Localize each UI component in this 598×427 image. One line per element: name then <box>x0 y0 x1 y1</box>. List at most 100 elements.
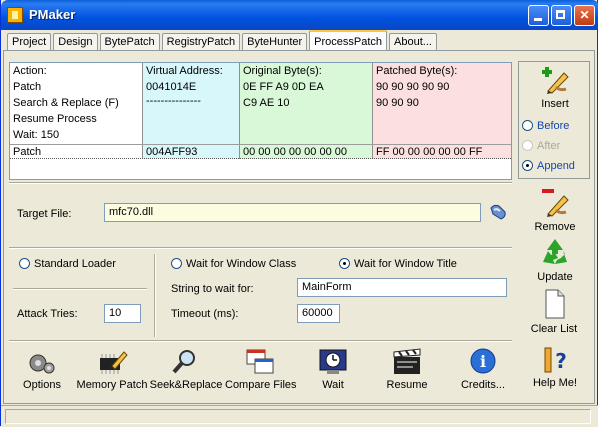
resume-button[interactable]: Resume <box>385 348 429 391</box>
wait-button[interactable]: Wait <box>313 348 353 391</box>
info-icon: i <box>470 348 496 374</box>
radio-circle <box>522 140 533 151</box>
tab-registrypatch[interactable]: RegistryPatch <box>161 33 241 51</box>
close-button[interactable]: ✕ <box>574 5 595 26</box>
string-label: String to wait for: <box>171 283 254 295</box>
radio-circle <box>522 120 533 131</box>
timeout-label: Timeout (ms): <box>171 308 239 320</box>
window-title: PMaker <box>29 7 76 22</box>
action-header: Action: <box>13 65 47 77</box>
main-window: PMaker ✕ Project Design BytePatch Regist… <box>0 0 598 427</box>
help-button[interactable]: ? Help Me! <box>529 346 581 389</box>
tab-project[interactable]: Project <box>7 33 52 51</box>
original-header: Original Byte(s): <box>243 65 322 77</box>
attack-tries-label: Attack Tries: <box>17 308 78 320</box>
standard-loader-radio[interactable]: Standard Loader <box>19 258 116 270</box>
clock-monitor-icon <box>319 349 347 374</box>
resume-label: Resume <box>386 379 428 391</box>
radio-append[interactable]: Append <box>522 160 575 172</box>
svg-text:i: i <box>480 352 486 371</box>
recycle-icon <box>543 239 567 264</box>
compare-files-button[interactable]: Compare Files <box>225 348 297 391</box>
string-input[interactable]: MainForm <box>297 278 507 297</box>
radio-before[interactable]: Before <box>522 120 569 132</box>
list-item[interactable]: Patch <box>13 81 41 93</box>
clear-list-label: Clear List <box>530 323 578 335</box>
divider <box>9 340 512 342</box>
row-action: Patch <box>13 146 42 158</box>
seek-replace-label: Seek&Replace <box>149 379 223 391</box>
credits-button[interactable]: i Credits... <box>459 348 507 391</box>
chip-icon <box>100 351 128 374</box>
credits-label: Credits... <box>460 379 505 391</box>
original-cell: C9 AE 10 <box>243 97 290 109</box>
radio-label: Wait for Window Class <box>186 258 297 270</box>
table-row[interactable]: Patch 004AFF93 00 00 00 00 00 00 00 FF 0… <box>10 144 511 159</box>
divider <box>13 288 147 290</box>
options-label: Options <box>23 379 61 391</box>
memory-patch-button[interactable]: Memory Patch <box>76 348 148 391</box>
radio-circle <box>171 258 182 269</box>
row-patched: FF 00 00 00 00 00 FF <box>376 146 483 158</box>
update-label: Update <box>537 271 573 283</box>
radio-circle <box>522 160 533 171</box>
address-cell: 0041014E <box>146 81 197 93</box>
insert-button[interactable]: Insert <box>531 63 579 110</box>
wait-window-class-radio[interactable]: Wait for Window Class <box>171 258 296 270</box>
clapperboard-icon <box>393 348 421 374</box>
insert-icon <box>542 67 569 94</box>
seek-replace-button[interactable]: Seek&Replace <box>149 348 223 391</box>
status-pane <box>5 409 591 424</box>
insert-label: Insert <box>541 98 569 110</box>
divider <box>154 254 156 337</box>
update-button[interactable]: Update <box>529 236 581 283</box>
remove-icon <box>542 189 569 217</box>
memory-patch-label: Memory Patch <box>76 379 148 391</box>
target-file-input[interactable]: mfc70.dll <box>104 203 481 222</box>
title-bar[interactable]: PMaker ✕ <box>1 0 598 30</box>
row-address: 004AFF93 <box>146 146 198 158</box>
wait-window-title-radio[interactable]: Wait for Window Title <box>339 258 457 270</box>
original-cell: 0E FF A9 0D EA <box>243 81 324 93</box>
radio-label: Append <box>537 160 575 172</box>
tab-design[interactable]: Design <box>53 33 98 51</box>
tab-strip: Project Design BytePatch RegistryPatch B… <box>7 30 439 53</box>
radio-label: Standard Loader <box>34 258 116 270</box>
radio-circle <box>19 258 30 269</box>
magnifier-icon <box>172 350 195 374</box>
remove-label: Remove <box>534 221 576 233</box>
row-original: 00 00 00 00 00 00 00 <box>243 146 347 158</box>
compare-files-label: Compare Files <box>225 379 297 391</box>
minimize-button[interactable] <box>528 5 549 26</box>
radio-after: After <box>522 140 560 152</box>
list-item[interactable]: Search & Replace (F) <box>13 97 119 109</box>
clear-list-button[interactable]: Clear List <box>527 288 581 335</box>
patched-cell: 90 90 90 90 90 <box>376 81 450 93</box>
timeout-input[interactable]: 60000 <box>297 304 340 323</box>
status-bar <box>1 405 598 427</box>
document-icon <box>545 289 565 319</box>
app-icon <box>7 7 23 23</box>
compare-windows-icon <box>246 349 274 374</box>
attack-tries-input[interactable]: 10 <box>104 304 141 323</box>
tab-bytehunter[interactable]: ByteHunter <box>242 33 308 51</box>
radio-label: Wait for Window Title <box>354 258 457 270</box>
radio-label: Before <box>537 120 570 132</box>
list-item[interactable]: Resume Process <box>13 113 97 125</box>
browse-icon[interactable] <box>488 202 508 222</box>
tab-about[interactable]: About... <box>389 33 437 51</box>
address-header: Virtual Address: <box>146 65 223 77</box>
target-file-label: Target File: <box>17 208 72 220</box>
patch-list[interactable]: Action: Patch Search & Replace (F) Resum… <box>9 62 512 180</box>
gears-icon <box>29 354 55 374</box>
radio-circle <box>339 258 350 269</box>
list-item[interactable]: Wait: 150 <box>13 129 59 141</box>
wait-label: Wait <box>322 379 344 391</box>
svg-text:?: ? <box>555 349 567 373</box>
patched-header: Patched Byte(s): <box>376 65 458 77</box>
maximize-button[interactable] <box>551 5 572 26</box>
address-cell: --------------- <box>146 95 201 107</box>
tab-bytepatch[interactable]: BytePatch <box>99 33 160 51</box>
remove-button[interactable]: Remove <box>529 186 581 233</box>
options-button[interactable]: Options <box>19 348 65 391</box>
